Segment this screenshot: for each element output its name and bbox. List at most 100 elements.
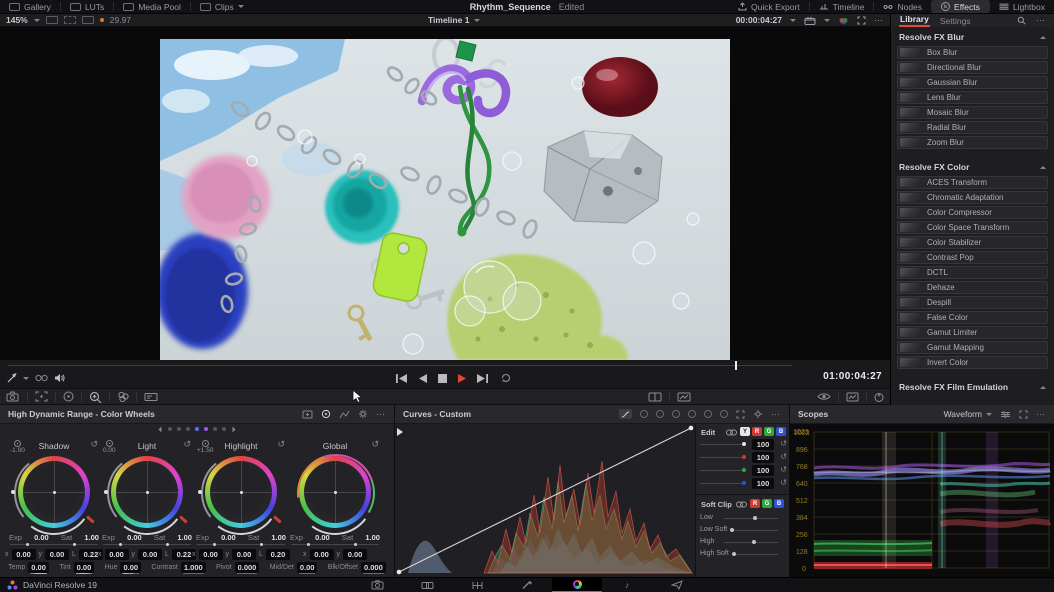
param-value[interactable]: 0.00 (120, 562, 141, 573)
param-value[interactable]: 0.000 (235, 562, 260, 573)
page-color-active[interactable] (552, 578, 602, 592)
hue-vs-hue-icon[interactable] (640, 410, 648, 418)
hdr-zone-pager[interactable] (0, 427, 394, 431)
tab-settings[interactable]: Settings (940, 16, 971, 26)
media-pool-button[interactable]: Media Pool (114, 0, 190, 13)
page-edit[interactable] (452, 578, 502, 592)
viewer-zoom-value[interactable]: 145% (6, 15, 28, 25)
zone-range[interactable]: -1.00 (10, 440, 25, 455)
expand-icon[interactable] (736, 410, 745, 419)
param-value[interactable]: 0.00 (74, 562, 95, 573)
tab-library[interactable]: Library (899, 14, 930, 27)
color-wheel[interactable] (205, 456, 277, 528)
reset-icon[interactable]: ↺ (780, 439, 787, 448)
hue-vs-sat-icon[interactable] (656, 410, 664, 418)
color-wheel[interactable] (18, 456, 90, 528)
first-frame-button[interactable] (396, 374, 408, 383)
section-header-film-emulation[interactable]: Resolve FX Film Emulation (891, 380, 1054, 394)
effect-gamut-limiter[interactable]: Gamut Limiter (897, 326, 1048, 339)
sat-value[interactable]: 1.00 (84, 533, 99, 542)
page-fairlight[interactable]: ♪ (602, 578, 652, 592)
split-compare-icon[interactable] (648, 392, 662, 402)
effect-color-compressor[interactable]: Color Compressor (897, 206, 1048, 219)
section-header-blur[interactable]: Resolve FX Blur (891, 30, 1054, 44)
nodes-button[interactable]: Nodes (874, 0, 931, 13)
color-wheels-mini-icon[interactable] (117, 391, 129, 402)
zone-dot[interactable] (186, 427, 190, 431)
zone-dot[interactable] (222, 427, 226, 431)
search-icon[interactable] (1017, 16, 1026, 25)
effect-gaussian-blur[interactable]: Gaussian Blur (897, 76, 1048, 89)
effect-invert-color[interactable]: Invert Color (897, 356, 1048, 369)
zone-range[interactable]: +1.50 (197, 440, 213, 455)
reset-icon[interactable]: ↺ (183, 439, 191, 450)
reset-icon[interactable]: ↺ (780, 478, 787, 487)
options-menu-icon[interactable]: ⋯ (1036, 15, 1046, 26)
sc-channel-b-button[interactable]: B (774, 499, 784, 508)
viewer-mode-toggle-2[interactable] (64, 16, 76, 24)
high-soft-slider[interactable] (734, 554, 778, 555)
wipe-frame-icon[interactable] (35, 391, 48, 402)
effect-directional-blur[interactable]: Directional Blur (897, 61, 1048, 74)
sc-channel-g-button[interactable]: G (762, 499, 772, 508)
effect-box-blur[interactable]: Box Blur (897, 46, 1048, 59)
effect-radial-blur[interactable]: Radial Blur (897, 121, 1048, 134)
expand-icon[interactable] (1019, 410, 1028, 419)
options-menu-icon[interactable]: ⋯ (874, 15, 884, 26)
page-media[interactable] (352, 578, 402, 592)
eye-icon[interactable] (817, 392, 831, 401)
low-slider[interactable] (724, 518, 778, 519)
gain-value-g[interactable]: 100 (752, 465, 774, 476)
param-value[interactable]: 0.000 (361, 562, 386, 573)
effect-lens-blur[interactable]: Lens Blur (897, 91, 1048, 104)
luts-button[interactable]: LUTs (61, 0, 113, 13)
gain-slider-g[interactable] (700, 470, 744, 471)
low-soft-slider[interactable] (732, 530, 778, 531)
color-wheel[interactable] (111, 456, 183, 528)
chevron-down-icon[interactable] (824, 19, 830, 22)
step-back-button[interactable] (419, 374, 427, 383)
zone-range[interactable]: 0.00 (103, 440, 116, 455)
curves-editor[interactable] (396, 425, 694, 576)
effect-color-stabilizer[interactable]: Color Stabilizer (897, 236, 1048, 249)
exp-slider[interactable] (10, 544, 98, 545)
graph-icon[interactable] (339, 410, 350, 419)
target-icon[interactable] (321, 409, 331, 419)
timeline-button[interactable]: Timeline (810, 0, 874, 13)
chevron-down-icon[interactable] (23, 377, 29, 380)
page-fusion[interactable] (502, 578, 552, 592)
zoom-tool-icon[interactable] (89, 391, 102, 403)
scopes-toggle-icon[interactable] (846, 392, 859, 402)
effect-aces-transform[interactable]: ACES Transform (897, 176, 1048, 189)
channel-y-button[interactable]: Y (740, 427, 750, 436)
sat-value[interactable]: 1.00 (365, 533, 380, 542)
color-viewer-icon[interactable] (838, 16, 849, 25)
add-zone-icon[interactable] (302, 410, 313, 419)
channel-r-button[interactable]: R (752, 427, 762, 436)
pointer-tool-icon[interactable] (7, 373, 17, 383)
gear-icon[interactable] (753, 409, 763, 419)
3d-glasses-icon[interactable] (35, 374, 48, 382)
bypass-icon[interactable] (874, 392, 884, 402)
options-menu-icon[interactable]: ⋯ (771, 409, 781, 420)
gain-value-r[interactable]: 100 (752, 452, 774, 463)
gain-slider-b[interactable] (700, 483, 744, 484)
lightbox-button[interactable]: Lightbox (990, 0, 1054, 13)
channel-g-button[interactable]: G (764, 427, 774, 436)
quick-export-button[interactable]: Quick Export (729, 0, 809, 13)
high-slider[interactable] (724, 542, 778, 543)
play-button[interactable] (458, 374, 466, 383)
playhead-marker[interactable] (735, 361, 737, 370)
sat-vs-lum-icon[interactable] (720, 410, 728, 418)
effect-gamut-mapping[interactable]: Gamut Mapping (897, 341, 1048, 354)
grab-still-icon[interactable] (6, 391, 20, 402)
effects-button[interactable]: fxEffects (932, 0, 989, 13)
gain-slider-r[interactable] (700, 457, 744, 458)
zone-dot[interactable] (177, 427, 181, 431)
zone-dot[interactable] (213, 427, 217, 431)
record-timecode[interactable]: 01:00:04:27 (823, 371, 882, 382)
chevron-down-icon[interactable] (790, 19, 796, 22)
zone-dot[interactable] (204, 427, 208, 431)
section-header-color[interactable]: Resolve FX Color (891, 160, 1054, 174)
page-cut[interactable] (402, 578, 452, 592)
